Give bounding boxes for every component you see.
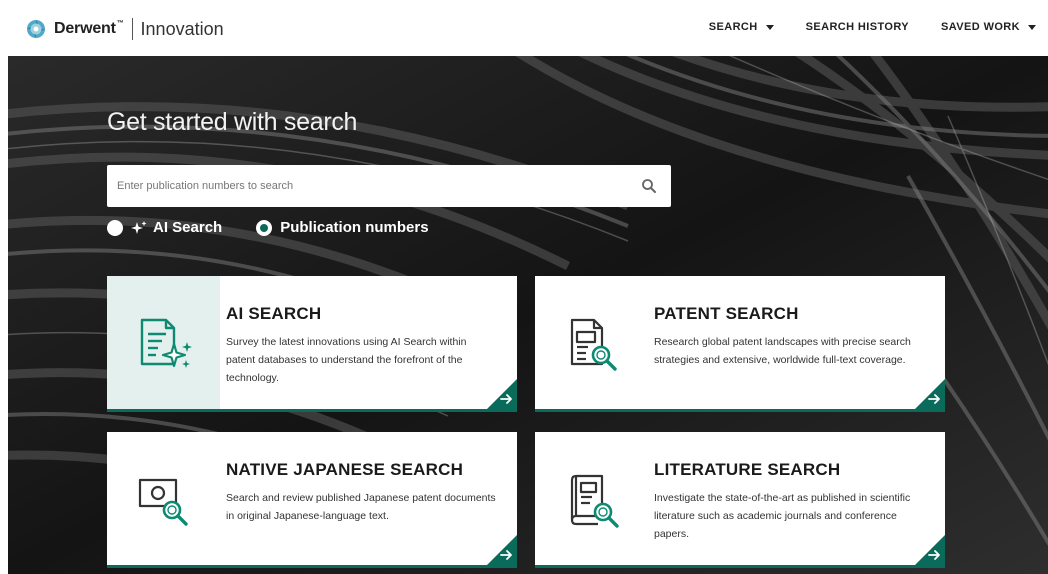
brand-divider bbox=[131, 18, 133, 40]
nav-search-history[interactable]: SEARCH HISTORY bbox=[774, 21, 909, 33]
hero-title: Get started with search bbox=[107, 108, 358, 136]
japan-flag-magnifier-icon bbox=[138, 478, 188, 526]
radio-publication-numbers[interactable]: Publication numbers bbox=[256, 219, 429, 236]
chevron-down-icon bbox=[1028, 24, 1036, 30]
card-native-japanese-search[interactable]: NATIVE JAPANESE SEARCH Search and review… bbox=[107, 432, 517, 568]
card-description: Survey the latest innovations using AI S… bbox=[226, 336, 467, 384]
nav-saved-work-menu[interactable]: SAVED WORK bbox=[909, 21, 1036, 33]
radio-ai-search[interactable]: AI Search bbox=[107, 219, 222, 236]
card-literature-search[interactable]: LITERATURE SEARCH Investigate the state-… bbox=[535, 432, 945, 568]
arrow-right-icon[interactable] bbox=[915, 379, 945, 409]
radio-label-publication-numbers[interactable]: Publication numbers bbox=[280, 219, 428, 236]
search-icon[interactable] bbox=[641, 178, 657, 194]
card-description: Research global patent landscapes with p… bbox=[654, 336, 911, 366]
top-navigation-bar: Derwent™ Innovation SEARCH SEARCH HISTOR… bbox=[0, 0, 1048, 56]
document-magnifier-icon bbox=[570, 318, 617, 371]
arrow-right-icon[interactable] bbox=[487, 379, 517, 409]
product-name: Innovation bbox=[140, 18, 224, 39]
card-description: Investigate the state-of-the-art as publ… bbox=[654, 492, 911, 540]
card-title: PATENT SEARCH bbox=[654, 304, 799, 323]
search-input[interactable] bbox=[107, 166, 637, 206]
main-nav: SEARCH SEARCH HISTORY SAVED WORK bbox=[677, 21, 1036, 33]
radio-button-selected[interactable] bbox=[256, 219, 273, 236]
arrow-right-icon[interactable] bbox=[915, 535, 945, 565]
arrow-right-icon[interactable] bbox=[487, 535, 517, 565]
search-mode-radio-group: AI Search Publication numbers bbox=[107, 219, 463, 236]
card-title: AI SEARCH bbox=[226, 304, 322, 323]
search-box bbox=[107, 165, 671, 207]
card-ai-search[interactable]: AI SEARCH Survey the latest innovations … bbox=[107, 276, 517, 412]
chevron-down-icon bbox=[765, 24, 774, 30]
brand-logo-link[interactable]: Derwent™ Innovation bbox=[26, 16, 224, 42]
sparkle-icon bbox=[131, 220, 147, 234]
ai-document-sparkle-icon bbox=[140, 318, 192, 368]
card-description: Search and review published Japanese pat… bbox=[226, 492, 496, 522]
hero-section: Get started with search AI Search Public… bbox=[8, 56, 1048, 574]
book-magnifier-icon bbox=[570, 474, 619, 528]
card-patent-search[interactable]: PATENT SEARCH Research global patent lan… bbox=[535, 276, 945, 412]
brand-name: Derwent™ bbox=[54, 20, 124, 37]
card-title: NATIVE JAPANESE SEARCH bbox=[226, 460, 464, 479]
nav-search-menu[interactable]: SEARCH bbox=[677, 21, 774, 33]
radio-label-ai-search[interactable]: AI Search bbox=[153, 219, 222, 236]
radio-button-unselected[interactable] bbox=[107, 219, 123, 236]
card-title: LITERATURE SEARCH bbox=[654, 460, 841, 479]
derwent-logo-icon bbox=[27, 20, 45, 38]
